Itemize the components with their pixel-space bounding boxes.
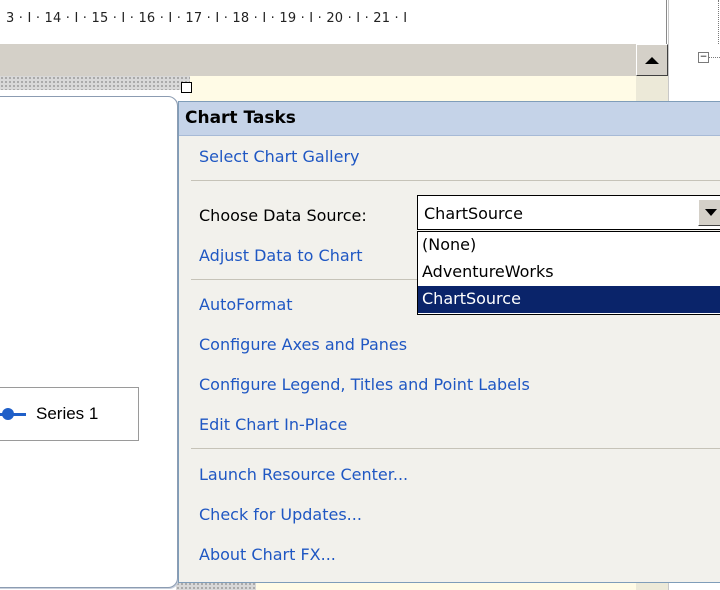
configure-axes-link[interactable]: Configure Axes and Panes <box>199 335 407 354</box>
scroll-up-button[interactable] <box>636 44 668 76</box>
tree-branch-line <box>709 57 720 58</box>
dropdown-option[interactable]: (None) <box>418 232 720 259</box>
launch-resource-center-link[interactable]: Launch Resource Center... <box>199 465 408 484</box>
tree-collapse-icon[interactable]: − <box>698 52 709 63</box>
data-source-label: Choose Data Source: <box>199 206 367 225</box>
chevron-down-icon <box>705 209 717 216</box>
series-point <box>2 408 14 420</box>
adjust-data-link[interactable]: Adjust Data to Chart <box>199 246 363 265</box>
about-chart-fx-link[interactable]: About Chart FX... <box>199 545 336 564</box>
ruler-edge <box>666 0 667 44</box>
chart-tasks-panel: Chart Tasks Select Chart Gallery Choose … <box>178 101 720 583</box>
dropdown-option-selected[interactable]: ChartSource <box>418 286 720 313</box>
designer-toolbar-strip <box>0 44 636 77</box>
separator <box>191 180 720 181</box>
chart-tasks-title: Chart Tasks <box>179 102 720 136</box>
separator <box>191 448 720 449</box>
data-source-value: ChartSource <box>424 204 523 223</box>
arrow-up-icon <box>645 56 659 64</box>
selection-hatch-bottom <box>176 582 256 590</box>
series-marker-icon <box>0 404 32 424</box>
chart-legend[interactable]: Series 1 <box>0 387 139 441</box>
edit-in-place-link[interactable]: Edit Chart In-Place <box>199 415 347 434</box>
horizontal-ruler: 3 · I · 14 · I · 15 · I · 16 · I · 17 · … <box>0 0 670 44</box>
ruler-ticks: 3 · I · 14 · I · 15 · I · 16 · I · 17 · … <box>6 11 408 26</box>
legend-series-label: Series 1 <box>36 404 99 423</box>
resize-handle[interactable] <box>181 82 192 93</box>
check-updates-link[interactable]: Check for Updates... <box>199 505 362 524</box>
dropdown-button[interactable] <box>698 199 720 226</box>
select-chart-gallery-link[interactable]: Select Chart Gallery <box>199 147 359 166</box>
data-source-dropdown-list[interactable]: (None) AdventureWorks ChartSource <box>417 231 720 315</box>
autoformat-link[interactable]: AutoFormat <box>199 295 293 314</box>
chart-control[interactable]: Series 1 <box>0 96 178 588</box>
data-source-combobox[interactable]: ChartSource <box>417 195 720 230</box>
selection-hatch-top <box>0 76 190 90</box>
dropdown-option[interactable]: AdventureWorks <box>418 259 720 286</box>
configure-legend-link[interactable]: Configure Legend, Titles and Point Label… <box>199 375 530 394</box>
